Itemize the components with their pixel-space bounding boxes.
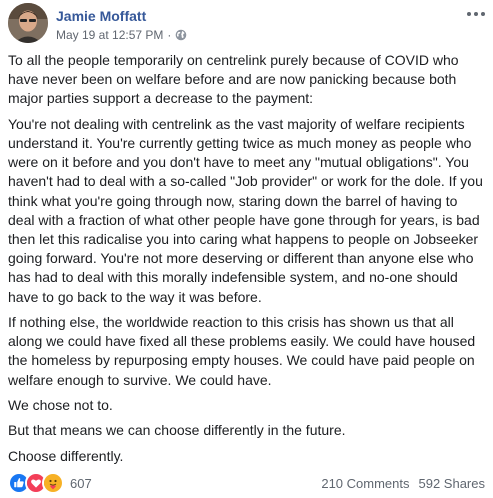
post-body: To all the people temporarily on centrel…: [8, 51, 484, 472]
post-header: Jamie Moffatt May 19 at 12:57 PM ·: [8, 3, 485, 47]
avatar-photo-icon: [8, 3, 48, 43]
shares-count-link[interactable]: 592 Shares: [419, 476, 486, 491]
post-timestamp[interactable]: May 19 at 12:57 PM: [56, 28, 163, 42]
author-name[interactable]: Jamie Moffatt: [56, 8, 146, 24]
reaction-summary[interactable]: 607: [8, 472, 92, 494]
author-avatar[interactable]: [8, 3, 48, 43]
post-paragraph: You're not dealing with centrelink as th…: [8, 115, 483, 305]
more-dot: [467, 12, 471, 16]
post-paragraph: If nothing else, the worldwide reaction …: [8, 314, 476, 388]
facebook-post: Jamie Moffatt May 19 at 12:57 PM · To al…: [0, 0, 493, 498]
post-paragraph: But that means we can choose differently…: [8, 422, 346, 439]
more-dot: [481, 12, 485, 16]
post-paragraph: Choose differently.: [8, 447, 124, 464]
post-meta: May 19 at 12:57 PM ·: [56, 28, 187, 42]
globe-icon[interactable]: [175, 29, 187, 41]
meta-separator: ·: [167, 28, 172, 42]
engagement-stats: 210 Comments 592 Shares: [321, 476, 485, 491]
post-paragraph: We chose not to.: [8, 397, 113, 414]
care-reaction-icon: [42, 472, 64, 494]
comments-count-link[interactable]: 210 Comments: [321, 476, 409, 491]
more-dot: [474, 12, 478, 16]
post-footer: 607 210 Comments 592 Shares: [8, 472, 485, 494]
more-options-icon[interactable]: [467, 8, 485, 20]
post-paragraph: To all the people temporarily on centrel…: [8, 52, 459, 107]
reaction-count: 607: [70, 475, 92, 491]
